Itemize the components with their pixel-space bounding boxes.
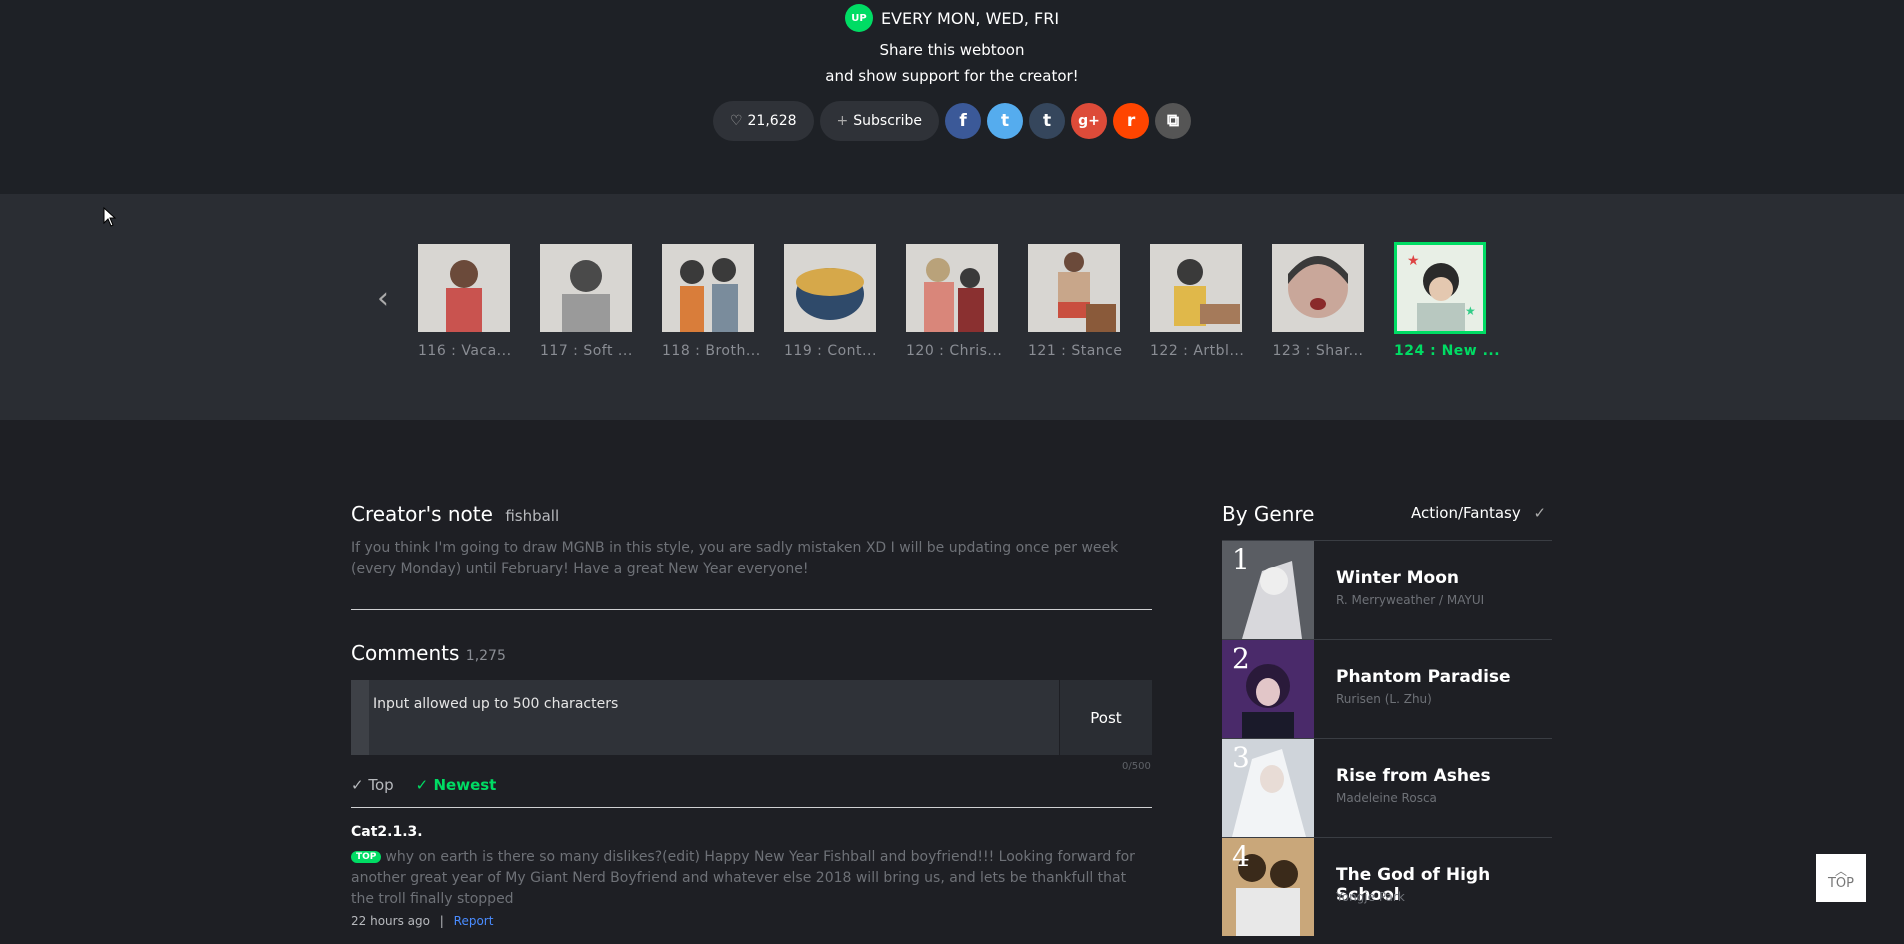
genre-selected: Action/Fantasy bbox=[1411, 504, 1521, 522]
episode-thumbnail: ★ ★ bbox=[1394, 242, 1486, 334]
like-button[interactable]: ♡ 21,628 bbox=[712, 101, 814, 141]
genre-heading: By Genre bbox=[1222, 502, 1315, 526]
genre-rank: 2 bbox=[1232, 642, 1250, 675]
post-button[interactable]: Post bbox=[1059, 680, 1152, 755]
episode-item[interactable]: 120 : Chris... bbox=[906, 244, 1003, 359]
genre-title: Rise from Ashes bbox=[1336, 766, 1491, 786]
plus-icon: + bbox=[836, 113, 849, 129]
comment-text: TOP why on earth is there so many dislike… bbox=[351, 847, 1136, 910]
episode-item[interactable]: 122 : Artbl... bbox=[1150, 244, 1245, 359]
facebook-icon[interactable]: f bbox=[945, 103, 982, 139]
episode-item[interactable]: 119 : Cont... bbox=[784, 244, 876, 359]
genre-rank: 4 bbox=[1232, 840, 1250, 873]
schedule-text: EVERY MON, WED, FRI bbox=[880, 8, 1060, 28]
comments-title: Comments bbox=[351, 641, 460, 665]
episode-thumbnail bbox=[1272, 244, 1364, 332]
genre-rank: 1 bbox=[1232, 543, 1250, 576]
check-icon: ✓ bbox=[415, 776, 429, 794]
divider bbox=[351, 807, 1152, 808]
twitter-icon[interactable]: t bbox=[987, 103, 1024, 139]
share-subtitle: and show support for the creator! bbox=[825, 67, 1079, 85]
meta-separator: | bbox=[439, 914, 444, 928]
episode-label: 123 : Shar... bbox=[1272, 343, 1364, 359]
genre-item[interactable]: 4 The God of High School Yongje Park bbox=[1222, 837, 1552, 936]
chevron-left-icon[interactable]: ‹ bbox=[368, 281, 398, 316]
episode-thumbnail bbox=[1150, 244, 1242, 332]
episode-thumbnail bbox=[1028, 244, 1120, 332]
back-to-top-button[interactable]: ︿ TOP bbox=[1816, 854, 1866, 902]
episode-label: 122 : Artbl... bbox=[1150, 343, 1245, 359]
episode-item[interactable]: 121 : Stance bbox=[1028, 244, 1123, 359]
genre-item[interactable]: 3 Rise from Ashes Madeleine Rosca bbox=[1222, 738, 1552, 837]
reddit-icon[interactable]: r bbox=[1113, 103, 1150, 139]
top-label: TOP bbox=[1827, 875, 1854, 891]
episode-item[interactable]: 116 : Vaca... bbox=[418, 244, 512, 359]
comment-meta: 22 hours ago | Report bbox=[351, 914, 493, 928]
up-badge: UP bbox=[844, 4, 873, 32]
svg-text:★: ★ bbox=[1407, 253, 1420, 269]
genre-item[interactable]: 2 Phantom Paradise Rurisen (L. Zhu) bbox=[1222, 639, 1552, 738]
top-comment-badge: TOP bbox=[351, 851, 382, 863]
like-count: 21,628 bbox=[747, 113, 797, 129]
episode-label: 119 : Cont... bbox=[784, 343, 877, 359]
google-plus-icon[interactable]: g+ bbox=[1071, 103, 1108, 139]
creator-note-heading: Creator's note fishball bbox=[351, 502, 559, 526]
creator-note-text: If you think I'm going to draw MGNB in t… bbox=[351, 540, 1119, 577]
heart-icon: ♡ bbox=[729, 113, 743, 129]
episode-label: 121 : Stance bbox=[1028, 343, 1123, 359]
episode-item[interactable]: 118 : Broth... bbox=[662, 244, 761, 359]
update-schedule: UP EVERY MON, WED, FRI bbox=[0, 4, 1904, 32]
comment-time: 22 hours ago bbox=[351, 914, 430, 928]
share-title: Share this webtoon bbox=[879, 41, 1025, 59]
cursor-icon bbox=[103, 207, 117, 227]
comments-count: 1,275 bbox=[465, 648, 506, 664]
episode-label: 116 : Vaca... bbox=[418, 343, 512, 359]
genre-author: Rurisen (L. Zhu) bbox=[1336, 692, 1432, 706]
episode-item[interactable]: 123 : Shar... bbox=[1272, 244, 1364, 359]
episode-thumbnail bbox=[784, 244, 876, 332]
episode-label: 120 : Chris... bbox=[906, 343, 1003, 359]
genre-author: Madeleine Rosca bbox=[1336, 791, 1437, 805]
genre-title: Winter Moon bbox=[1336, 568, 1460, 588]
genre-author: Yongje Park bbox=[1336, 890, 1405, 904]
creator-name: fishball bbox=[505, 507, 560, 525]
episode-thumbnail bbox=[540, 244, 632, 332]
report-link[interactable]: Report bbox=[454, 914, 494, 928]
share-actions: ♡ 21,628 + Subscribe f t t g+ r ⧉ bbox=[0, 101, 1904, 141]
subscribe-label: Subscribe bbox=[853, 113, 923, 129]
comment-input-box: Input allowed up to 500 characters Post bbox=[351, 680, 1152, 755]
genre-selector[interactable]: Action/Fantasy ✓ bbox=[1411, 504, 1546, 522]
comment-author: Cat2.1.3. bbox=[351, 824, 423, 840]
chevron-up-icon: ︿ bbox=[1834, 863, 1847, 878]
genre-rank: 3 bbox=[1232, 741, 1250, 774]
episode-thumbnail bbox=[418, 244, 510, 332]
check-icon: ✓ bbox=[1533, 504, 1547, 522]
comment-body: why on earth is there so many dislikes?(… bbox=[351, 849, 1135, 907]
tumblr-icon[interactable]: t bbox=[1029, 103, 1066, 139]
copy-link-icon[interactable]: ⧉ bbox=[1155, 103, 1192, 139]
comments-heading: Comments 1,275 bbox=[351, 641, 506, 665]
episode-thumbnail bbox=[906, 244, 998, 332]
comment-input-bar bbox=[351, 680, 369, 755]
comment-input[interactable]: Input allowed up to 500 characters bbox=[373, 696, 618, 712]
episode-label: 118 : Broth... bbox=[662, 343, 761, 359]
char-counter: 0/500 bbox=[1122, 761, 1151, 772]
genre-item[interactable]: 1 Winter Moon R. Merryweather / MAYUI bbox=[1222, 540, 1552, 639]
genre-author: R. Merryweather / MAYUI bbox=[1336, 593, 1485, 607]
episode-label: 117 : Soft ... bbox=[540, 343, 633, 359]
episode-item[interactable]: 117 : Soft ... bbox=[540, 244, 632, 359]
episode-label: 124 : New ... bbox=[1394, 343, 1501, 359]
svg-text:★: ★ bbox=[1465, 304, 1476, 318]
subscribe-button[interactable]: + Subscribe bbox=[819, 101, 940, 141]
sort-newest[interactable]: ✓ Newest bbox=[416, 776, 497, 794]
episode-item-current[interactable]: ★ ★ 124 : New ... bbox=[1394, 242, 1501, 359]
genre-title: Phantom Paradise bbox=[1336, 667, 1511, 687]
divider bbox=[351, 609, 1152, 610]
comment-sort: ✓ Top ✓ Newest bbox=[351, 776, 496, 794]
check-icon: ✓ bbox=[351, 776, 364, 794]
episode-thumbnail bbox=[662, 244, 754, 332]
sort-top[interactable]: ✓ Top bbox=[351, 776, 394, 794]
creator-note-title: Creator's note bbox=[351, 502, 493, 526]
